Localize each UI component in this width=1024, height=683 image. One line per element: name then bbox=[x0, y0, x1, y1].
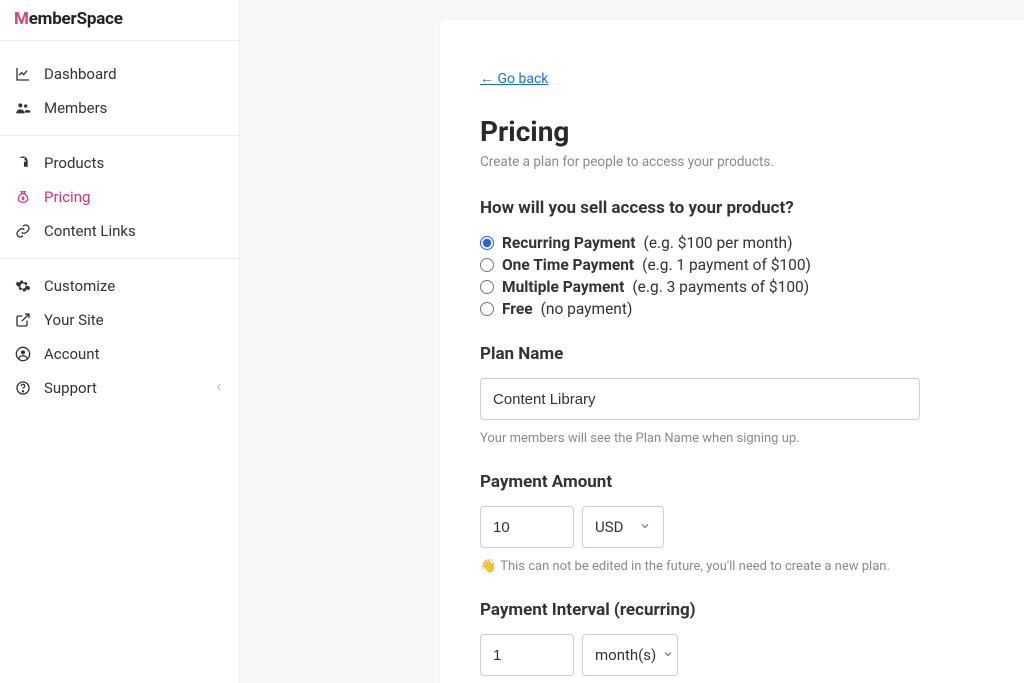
sidebar-item-dashboard[interactable]: Dashboard bbox=[0, 57, 239, 91]
sidebar-item-label: Account bbox=[44, 345, 100, 363]
interval-unit-select[interactable]: month(s) bbox=[582, 634, 678, 676]
sidebar-item-customize[interactable]: Customize bbox=[0, 269, 239, 303]
rocket-icon bbox=[14, 155, 32, 171]
page-subtitle: Create a plan for people to access your … bbox=[480, 154, 984, 170]
sidebar: MemberSpace Dashboard Members Products bbox=[0, 0, 240, 683]
option-hint: (e.g. 1 payment of $100) bbox=[642, 256, 811, 274]
help-circle-icon bbox=[14, 380, 32, 396]
option-hint: (e.g. 3 payments of $100) bbox=[632, 278, 809, 296]
money-bag-icon bbox=[14, 189, 32, 205]
payment-type-options: Recurring Payment (e.g. $100 per month) … bbox=[480, 232, 984, 320]
option-hint: (e.g. $100 per month) bbox=[644, 234, 793, 252]
option-one-time-radio[interactable] bbox=[480, 258, 494, 272]
interval-unit-value: month(s) bbox=[595, 646, 656, 664]
sidebar-item-label: Dashboard bbox=[44, 65, 117, 83]
sidebar-item-label: Products bbox=[44, 154, 104, 172]
payment-amount-label: Payment Amount bbox=[480, 472, 984, 492]
sell-access-question: How will you sell access to your product… bbox=[480, 198, 984, 218]
payment-interval-label: Payment Interval (recurring) bbox=[480, 600, 984, 620]
chevron-down-icon bbox=[639, 518, 651, 536]
option-hint: (no payment) bbox=[541, 300, 633, 318]
option-recurring-radio[interactable] bbox=[480, 236, 494, 250]
sidebar-item-label: Your Site bbox=[44, 311, 104, 329]
currency-value: USD bbox=[595, 518, 623, 536]
option-label: Recurring Payment bbox=[502, 234, 636, 252]
option-multiple-radio[interactable] bbox=[480, 280, 494, 294]
users-icon bbox=[14, 100, 32, 116]
plan-name-input[interactable] bbox=[480, 378, 920, 420]
chevron-down-icon bbox=[662, 646, 674, 664]
sidebar-item-label: Members bbox=[44, 99, 107, 117]
main-area: ← Go back Pricing Create a plan for peop… bbox=[240, 0, 1024, 683]
page-title: Pricing bbox=[480, 115, 984, 148]
sidebar-item-products[interactable]: Products bbox=[0, 146, 239, 180]
option-free[interactable]: Free (no payment) bbox=[480, 298, 984, 320]
user-circle-icon bbox=[14, 346, 32, 362]
plan-name-block: Plan Name Your members will see the Plan… bbox=[480, 344, 984, 448]
wave-icon: 👋 bbox=[480, 559, 496, 574]
option-label: Multiple Payment bbox=[502, 278, 624, 296]
sidebar-item-content-links[interactable]: Content Links bbox=[0, 214, 239, 248]
go-back-link[interactable]: ← Go back bbox=[480, 70, 548, 87]
option-free-radio[interactable] bbox=[480, 302, 494, 316]
sidebar-item-account[interactable]: Account bbox=[0, 337, 239, 371]
plan-name-label: Plan Name bbox=[480, 344, 984, 364]
plan-name-help: Your members will see the Plan Name when… bbox=[480, 430, 940, 448]
payment-amount-block: Payment Amount USD 👋This can not be edit… bbox=[480, 472, 984, 576]
option-multiple[interactable]: Multiple Payment (e.g. 3 payments of $10… bbox=[480, 276, 984, 298]
option-recurring[interactable]: Recurring Payment (e.g. $100 per month) bbox=[480, 232, 984, 254]
payment-interval-block: Payment Interval (recurring) month(s) 👋T… bbox=[480, 600, 984, 683]
sidebar-item-support[interactable]: Support bbox=[0, 371, 239, 405]
pricing-card: ← Go back Pricing Create a plan for peop… bbox=[440, 20, 1024, 683]
link-icon bbox=[14, 223, 32, 239]
currency-select[interactable]: USD bbox=[582, 506, 664, 548]
sidebar-item-your-site[interactable]: Your Site bbox=[0, 303, 239, 337]
option-one-time[interactable]: One Time Payment (e.g. 1 payment of $100… bbox=[480, 254, 984, 276]
sidebar-item-label: Support bbox=[44, 379, 97, 397]
sidebar-item-label: Customize bbox=[44, 277, 115, 295]
external-link-icon bbox=[14, 312, 32, 328]
sidebar-item-members[interactable]: Members bbox=[0, 91, 239, 125]
gear-icon bbox=[14, 278, 32, 294]
chart-line-icon bbox=[14, 66, 32, 82]
payment-amount-help: 👋This can not be edited in the future, y… bbox=[480, 558, 940, 576]
brand-logo: MemberSpace bbox=[0, 0, 239, 41]
sidebar-item-pricing[interactable]: Pricing bbox=[0, 180, 239, 214]
payment-interval-input[interactable] bbox=[480, 634, 574, 676]
sidebar-item-label: Content Links bbox=[44, 222, 136, 240]
payment-amount-input[interactable] bbox=[480, 506, 574, 548]
option-label: One Time Payment bbox=[502, 256, 634, 274]
chevron-left-icon bbox=[213, 379, 225, 397]
sidebar-item-label: Pricing bbox=[44, 188, 90, 206]
option-label: Free bbox=[502, 300, 533, 318]
